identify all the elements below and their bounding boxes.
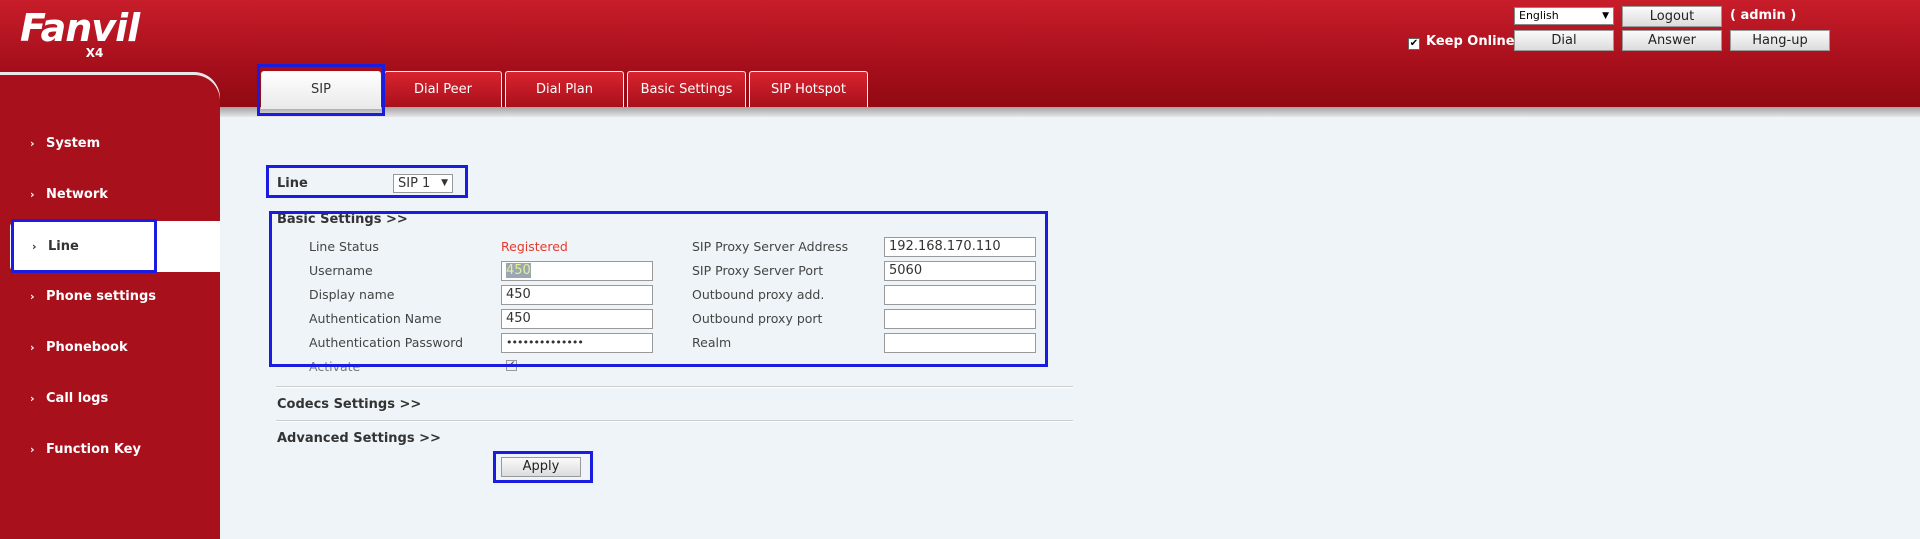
- sidebar-item-phone-settings[interactable]: › Phone settings: [0, 282, 220, 312]
- line-select-value: SIP 1: [398, 176, 431, 191]
- sidebar-item-phonebook[interactable]: › Phonebook: [0, 333, 220, 363]
- sidebar-item-line[interactable]: › Line: [10, 221, 220, 272]
- sidebar-item-label: Phonebook: [46, 340, 128, 355]
- outbound-address-field[interactable]: [884, 285, 1036, 305]
- basic-settings-toggle[interactable]: Basic Settings >>: [277, 212, 408, 227]
- sidebar-item-label: System: [46, 136, 101, 151]
- auth-password-field[interactable]: ••••••••••••••: [501, 333, 653, 353]
- activate-checkbox[interactable]: ✔: [506, 360, 517, 371]
- auth-password-label: Authentication Password: [309, 335, 464, 350]
- sidebar-item-call-logs[interactable]: › Call logs: [0, 384, 220, 414]
- username-field[interactable]: 450: [501, 261, 653, 281]
- chevron-right-icon: ›: [30, 392, 35, 405]
- keep-online-label: Keep Online: [1426, 34, 1515, 49]
- line-label: Line: [277, 176, 308, 191]
- tab-sip-hotspot[interactable]: SIP Hotspot: [749, 71, 868, 107]
- chevron-right-icon: ›: [30, 290, 35, 303]
- auth-name-label: Authentication Name: [309, 311, 442, 326]
- outbound-address-label: Outbound proxy add.: [692, 287, 825, 302]
- sidebar-item-system[interactable]: › System: [0, 129, 220, 159]
- proxy-address-field[interactable]: 192.168.170.110: [884, 237, 1036, 257]
- language-select[interactable]: English ▼: [1514, 7, 1614, 25]
- chevron-right-icon: ›: [30, 188, 35, 201]
- username-label: Username: [309, 263, 373, 278]
- line-status-label: Line Status: [309, 239, 379, 254]
- apply-button[interactable]: Apply: [501, 457, 581, 477]
- top-controls: English ▼ Logout ( admin ) ✔ Keep Online …: [1408, 6, 1914, 56]
- chevron-down-icon: ▼: [441, 178, 448, 188]
- chevron-right-icon: ›: [30, 137, 35, 150]
- dial-button[interactable]: Dial: [1514, 30, 1614, 51]
- advanced-settings-toggle[interactable]: Advanced Settings >>: [277, 431, 441, 446]
- chevron-down-icon: ▼: [1602, 11, 1609, 21]
- sidebar-item-label: Line: [48, 239, 79, 254]
- hangup-button[interactable]: Hang-up: [1730, 30, 1830, 51]
- answer-button[interactable]: Answer: [1622, 30, 1722, 51]
- display-name-label: Display name: [309, 287, 395, 302]
- logout-button[interactable]: Logout: [1622, 6, 1722, 27]
- proxy-address-label: SIP Proxy Server Address: [692, 239, 849, 254]
- tab-basic-settings[interactable]: Basic Settings: [627, 71, 746, 107]
- activate-label: Activate: [309, 359, 361, 374]
- chevron-right-icon: ›: [30, 341, 35, 354]
- keep-online-toggle[interactable]: ✔ Keep Online: [1408, 34, 1515, 50]
- username-value: 450: [506, 263, 531, 278]
- section-divider: [276, 420, 1073, 422]
- chevron-right-icon: ›: [30, 443, 35, 456]
- outbound-port-label: Outbound proxy port: [692, 311, 823, 326]
- sidebar-item-label: Phone settings: [46, 289, 157, 304]
- tab-sip[interactable]: SIP: [261, 71, 381, 109]
- chevron-right-icon: ›: [32, 240, 37, 253]
- realm-field[interactable]: [884, 333, 1036, 353]
- section-divider: [276, 386, 1073, 388]
- logo-text: Fanvil: [20, 6, 140, 50]
- proxy-port-field[interactable]: 5060: [884, 261, 1036, 281]
- line-status-value: Registered: [501, 239, 568, 254]
- codecs-settings-toggle[interactable]: Codecs Settings >>: [277, 397, 421, 412]
- checkbox-icon[interactable]: ✔: [1408, 38, 1420, 50]
- tab-dial-plan[interactable]: Dial Plan: [505, 71, 624, 107]
- language-value: English: [1519, 9, 1559, 22]
- proxy-port-label: SIP Proxy Server Port: [692, 263, 824, 278]
- realm-label: Realm: [692, 335, 732, 350]
- sidebar: › System › Network › Line › Phone settings ›…: [0, 72, 220, 539]
- tab-dial-peer[interactable]: Dial Peer: [384, 71, 502, 107]
- sidebar-item-network[interactable]: › Network: [0, 180, 220, 210]
- display-name-field[interactable]: 450: [501, 285, 653, 305]
- sidebar-item-label: Function Key: [46, 442, 141, 457]
- sidebar-item-label: Network: [46, 187, 108, 202]
- sidebar-item-label: Call logs: [46, 391, 109, 406]
- sidebar-item-function-key[interactable]: › Function Key: [0, 435, 220, 465]
- admin-label: ( admin ): [1730, 8, 1797, 23]
- outbound-port-field[interactable]: [884, 309, 1036, 329]
- main-content: [220, 117, 1920, 539]
- auth-name-field[interactable]: 450: [501, 309, 653, 329]
- line-select[interactable]: SIP 1 ▼: [393, 174, 453, 193]
- fanvil-logo: Fanvil X4: [20, 6, 140, 60]
